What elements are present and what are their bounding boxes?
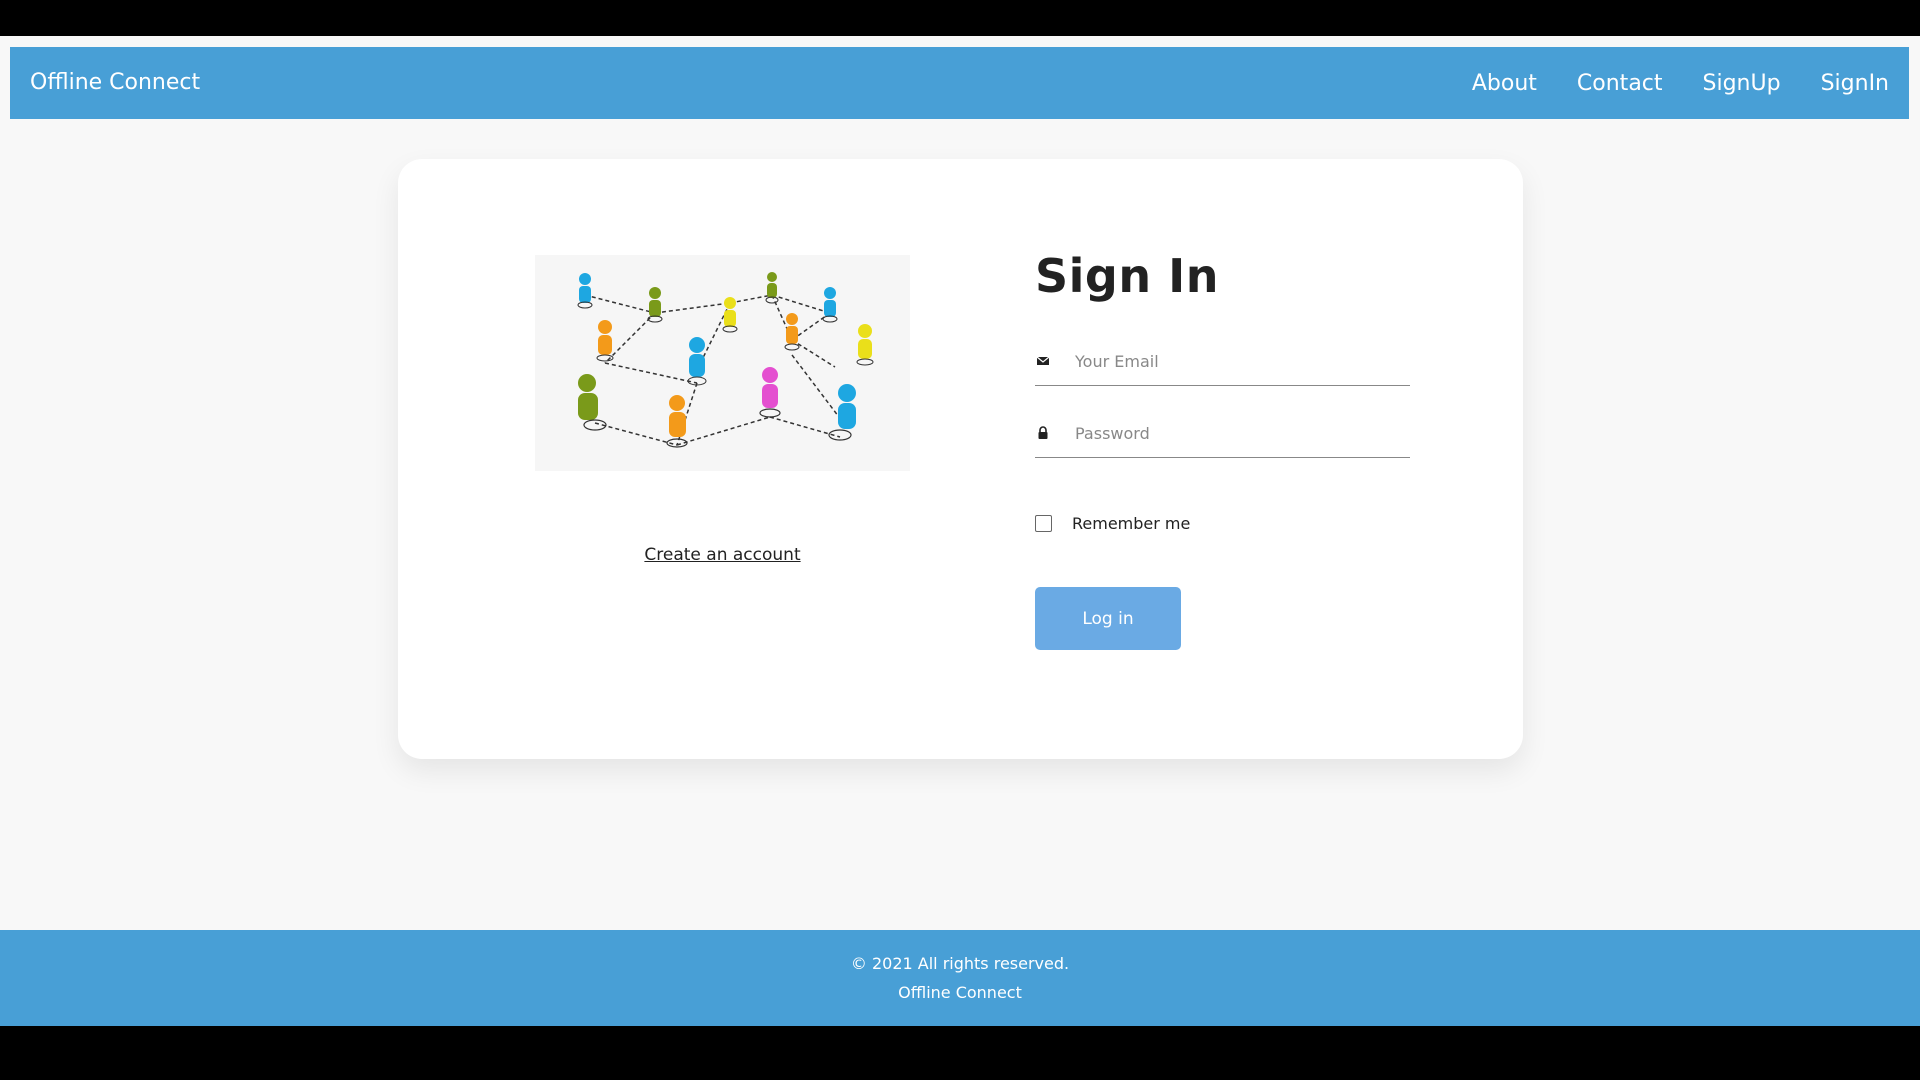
page-title: Sign In: [1035, 249, 1219, 303]
navbar: Offline Connect About Contact SignUp Sig…: [10, 47, 1909, 119]
envelope-icon: [1036, 356, 1050, 365]
login-button[interactable]: Log in: [1035, 587, 1181, 650]
person-figures: [577, 272, 874, 448]
remember-label: Remember me: [1072, 513, 1191, 533]
page: Offline Connect About Contact SignUp Sig…: [0, 36, 1920, 1026]
footer-copyright: © 2021 All rights reserved.: [850, 954, 1070, 973]
nav-link-signin[interactable]: SignIn: [1821, 71, 1889, 96]
footer-brand: Offline Connect: [898, 983, 1022, 1002]
remember-checkbox[interactable]: [1035, 514, 1052, 532]
footer: © 2021 All rights reserved. Offline Conn…: [0, 930, 1920, 1026]
signin-card: Create an account Sign In Remember me Lo…: [398, 159, 1523, 759]
people-network-illustration: [535, 255, 910, 471]
nav-link-contact[interactable]: Contact: [1577, 71, 1663, 96]
password-field: [1035, 411, 1410, 458]
password-input[interactable]: [1073, 417, 1407, 449]
lock-icon: [1038, 426, 1048, 439]
email-input[interactable]: [1073, 345, 1407, 377]
nav-link-about[interactable]: About: [1472, 71, 1537, 96]
nav-link-signup[interactable]: SignUp: [1703, 71, 1781, 96]
brand-logo[interactable]: Offline Connect: [30, 47, 200, 119]
create-account-link[interactable]: Create an account: [535, 545, 910, 565]
remember-me: Remember me: [1035, 511, 1190, 535]
email-field: [1035, 339, 1410, 386]
people-network-svg: [577, 272, 874, 448]
nav-links: About Contact SignUp SignIn: [1472, 47, 1889, 119]
